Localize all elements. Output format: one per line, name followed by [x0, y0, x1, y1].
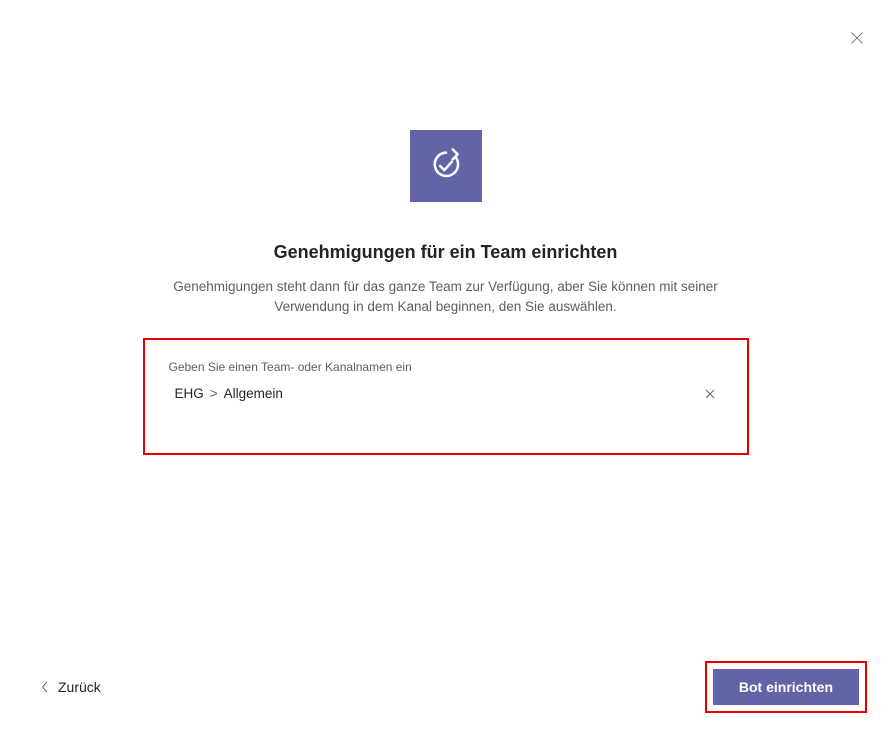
primary-button-highlight: Bot einrichten: [705, 661, 867, 713]
dialog-subtitle: Genehmigungen steht dann für das ganze T…: [146, 277, 746, 316]
app-tile-icon: [410, 130, 482, 202]
breadcrumb-separator: >: [210, 386, 218, 401]
dialog-title: Genehmigungen für ein Team einrichten: [274, 242, 618, 263]
bot-setup-button[interactable]: Bot einrichten: [713, 669, 859, 705]
clear-selection-icon[interactable]: [703, 387, 717, 401]
close-icon[interactable]: [849, 30, 865, 46]
dialog-footer: Zurück Bot einrichten: [0, 661, 891, 713]
chevron-left-icon: [40, 680, 50, 694]
selected-channel-text: EHG > Allgemein: [175, 386, 283, 401]
back-button[interactable]: Zurück: [40, 679, 101, 695]
back-button-label: Zurück: [58, 679, 101, 695]
channel-selection-box: Geben Sie einen Team- oder Kanalnamen ei…: [143, 338, 749, 455]
selected-channel-row[interactable]: EHG > Allgemein: [169, 386, 723, 401]
dialog-content: Genehmigungen für ein Team einrichten Ge…: [0, 0, 891, 455]
selected-channel-name: Allgemein: [224, 386, 283, 401]
channel-field-label: Geben Sie einen Team- oder Kanalnamen ei…: [169, 360, 723, 374]
selected-team-name: EHG: [175, 386, 204, 401]
